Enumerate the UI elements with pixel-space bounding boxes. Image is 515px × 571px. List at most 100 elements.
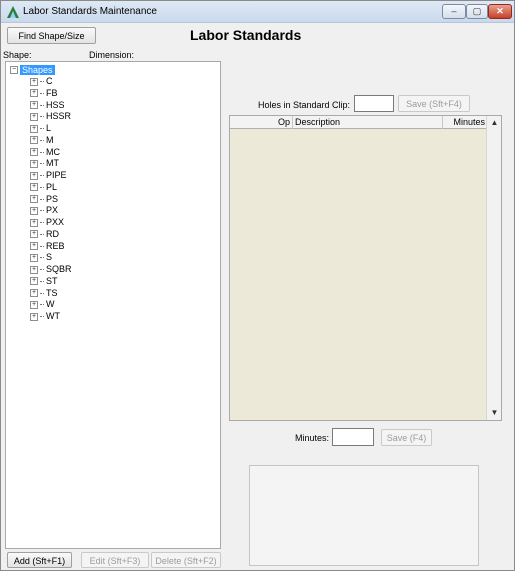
tree-connector bbox=[40, 316, 44, 318]
grid-header: Op Description Minutes bbox=[230, 116, 487, 129]
tree-item-label[interactable]: M bbox=[46, 135, 54, 145]
tree-item[interactable]: + PIPE bbox=[30, 170, 67, 181]
minutes-label: Minutes: bbox=[295, 433, 330, 443]
tree-item-label[interactable]: FB bbox=[46, 88, 58, 98]
tree-item[interactable]: + PS bbox=[30, 194, 58, 205]
grid-body[interactable] bbox=[230, 130, 487, 420]
expand-icon[interactable]: + bbox=[30, 101, 38, 110]
expand-icon[interactable]: + bbox=[30, 230, 38, 239]
tree-item-label[interactable]: SQBR bbox=[46, 264, 72, 274]
tree-connector bbox=[40, 210, 44, 212]
tree-item[interactable]: + PXX bbox=[30, 217, 64, 228]
expand-icon[interactable]: + bbox=[30, 253, 38, 262]
expand-icon[interactable]: + bbox=[30, 242, 38, 251]
tree-connector bbox=[40, 198, 44, 200]
tree-item-label[interactable]: MC bbox=[46, 147, 60, 157]
tree-item-label[interactable]: RD bbox=[46, 229, 59, 239]
dimension-label: Dimension: bbox=[89, 50, 135, 60]
tree-item-label[interactable]: HSS bbox=[46, 100, 65, 110]
tree-item-label[interactable]: HSSR bbox=[46, 111, 71, 121]
tree-item-label[interactable]: PX bbox=[46, 205, 58, 215]
tree-item[interactable]: + MC bbox=[30, 147, 60, 158]
tree-item-label[interactable]: L bbox=[46, 123, 51, 133]
operations-grid[interactable]: Op Description Minutes ▲ ▼ bbox=[229, 115, 502, 421]
expand-icon[interactable]: + bbox=[30, 265, 38, 274]
tree-item[interactable]: + C bbox=[30, 76, 53, 87]
tree-item[interactable]: + HSSR bbox=[30, 111, 71, 122]
holes-label: Holes in Standard Clip: bbox=[258, 100, 351, 110]
tree-connector bbox=[40, 245, 44, 247]
window-title: Labor Standards Maintenance bbox=[23, 6, 157, 17]
minutes-input[interactable] bbox=[332, 428, 374, 446]
find-shape-size-button[interactable]: Find Shape/Size bbox=[7, 27, 96, 44]
tree-item[interactable]: + FB bbox=[30, 88, 58, 99]
tree-item-label[interactable]: TS bbox=[46, 288, 58, 298]
tree-item[interactable]: + TS bbox=[30, 288, 58, 299]
holes-input[interactable] bbox=[354, 95, 394, 112]
tree-item[interactable]: + W bbox=[30, 299, 55, 310]
collapse-icon[interactable]: − bbox=[10, 65, 18, 74]
tree-item[interactable]: + HSS bbox=[30, 100, 65, 111]
tree-item-label[interactable]: W bbox=[46, 299, 55, 309]
tree-item[interactable]: + ST bbox=[30, 276, 58, 287]
column-description[interactable]: Description bbox=[292, 116, 442, 129]
expand-icon[interactable]: + bbox=[30, 218, 38, 227]
tree-item-label[interactable]: PS bbox=[46, 194, 58, 204]
title-bar[interactable]: Labor Standards Maintenance – ▢ ✕ bbox=[1, 1, 514, 23]
tree-item[interactable]: + RD bbox=[30, 229, 59, 240]
expand-icon[interactable]: + bbox=[30, 148, 38, 157]
expand-icon[interactable]: + bbox=[30, 112, 38, 121]
column-op[interactable]: Op bbox=[274, 116, 290, 129]
save-holes-button[interactable]: Save (Sft+F4) bbox=[398, 95, 470, 112]
tree-item[interactable]: + SQBR bbox=[30, 264, 72, 275]
expand-icon[interactable]: + bbox=[30, 183, 38, 192]
tree-item-label[interactable]: MT bbox=[46, 158, 59, 168]
save-minutes-button[interactable]: Save (F4) bbox=[381, 429, 432, 446]
tree-item[interactable]: + REB bbox=[30, 241, 65, 252]
minimize-button[interactable]: – bbox=[442, 4, 466, 19]
tree-item[interactable]: + PX bbox=[30, 205, 58, 216]
tree-item-label[interactable]: WT bbox=[46, 311, 60, 321]
tree-item-label[interactable]: ST bbox=[46, 276, 58, 286]
tree-connector bbox=[40, 257, 44, 259]
tree-item[interactable]: + PL bbox=[30, 182, 57, 193]
expand-icon[interactable]: + bbox=[30, 124, 38, 133]
edit-button[interactable]: Edit (Sft+F3) bbox=[81, 552, 149, 568]
expand-icon[interactable]: + bbox=[30, 289, 38, 298]
expand-icon[interactable]: + bbox=[30, 195, 38, 204]
tree-item[interactable]: + M bbox=[30, 135, 54, 146]
expand-icon[interactable]: + bbox=[30, 171, 38, 180]
expand-icon[interactable]: + bbox=[30, 312, 38, 321]
column-minutes[interactable]: Minutes bbox=[442, 116, 487, 129]
tree-root-label[interactable]: Shapes bbox=[20, 64, 55, 75]
tree-item[interactable]: + WT bbox=[30, 311, 60, 322]
scroll-down-icon[interactable]: ▼ bbox=[487, 406, 502, 420]
shape-tree[interactable]: − Shapes + C + FB + HSS + HSSR + L + M + MC + MT + PIPE + PL… bbox=[5, 61, 221, 549]
expand-icon[interactable]: + bbox=[30, 277, 38, 286]
expand-icon[interactable]: + bbox=[30, 89, 38, 98]
close-button[interactable]: ✕ bbox=[488, 4, 512, 19]
grid-scrollbar[interactable]: ▲ ▼ bbox=[486, 116, 501, 420]
tree-item[interactable]: + MT bbox=[30, 158, 59, 169]
tree-root-shapes[interactable]: − Shapes bbox=[10, 64, 55, 76]
tree-item-label[interactable]: S bbox=[46, 252, 52, 262]
delete-button[interactable]: Delete (Sft+F2) bbox=[151, 552, 221, 568]
scroll-up-icon[interactable]: ▲ bbox=[487, 116, 502, 130]
add-button[interactable]: Add (Sft+F1) bbox=[7, 552, 72, 568]
tree-item[interactable]: + S bbox=[30, 252, 52, 263]
expand-icon[interactable]: + bbox=[30, 300, 38, 309]
tree-item[interactable]: + L bbox=[30, 123, 51, 134]
detail-panel bbox=[249, 465, 479, 566]
tree-item-label[interactable]: PXX bbox=[46, 217, 64, 227]
expand-icon[interactable]: + bbox=[30, 77, 38, 86]
tree-connector bbox=[40, 163, 44, 165]
expand-icon[interactable]: + bbox=[30, 136, 38, 145]
maximize-button[interactable]: ▢ bbox=[466, 4, 488, 19]
tree-item-label[interactable]: PIPE bbox=[46, 170, 67, 180]
tree-item-label[interactable]: PL bbox=[46, 182, 57, 192]
tree-item-label[interactable]: C bbox=[46, 76, 53, 86]
tree-item-label[interactable]: REB bbox=[46, 241, 65, 251]
expand-icon[interactable]: + bbox=[30, 206, 38, 215]
tree-connector bbox=[40, 128, 44, 130]
expand-icon[interactable]: + bbox=[30, 159, 38, 168]
